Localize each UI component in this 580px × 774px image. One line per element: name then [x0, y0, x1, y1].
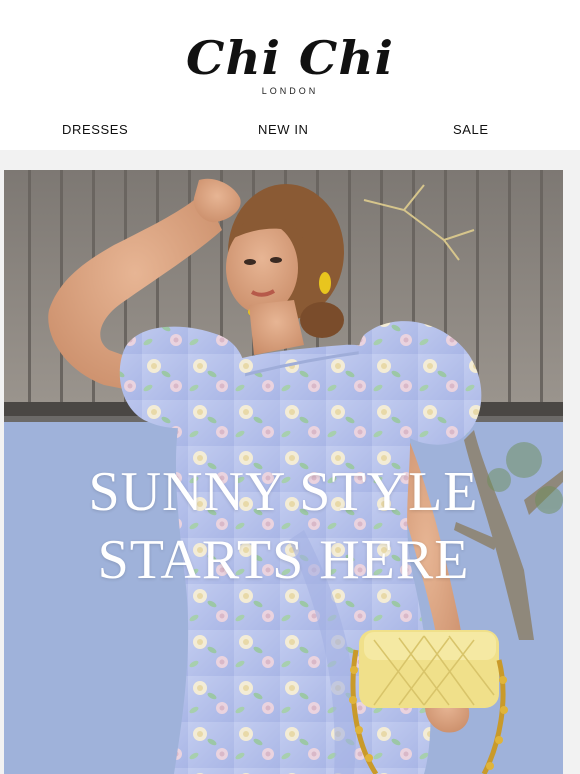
brand-name: Chi Chi: [186, 31, 394, 85]
header: Chi Chi LONDON DRESSES NEW IN SALE: [0, 0, 580, 150]
handbag-illustration: [359, 630, 499, 708]
hero-headline-line1: SUNNY STYLE: [88, 461, 479, 523]
brand-logo[interactable]: Chi Chi LONDON: [0, 32, 580, 96]
main-nav: DRESSES NEW IN SALE: [0, 122, 580, 142]
hero-headline-line2: STARTS HERE: [97, 529, 470, 591]
hero-headline: SUNNY STYLE STARTS HERE: [4, 458, 563, 594]
hero-frame: SUNNY STYLE STARTS HERE: [0, 150, 580, 774]
nav-sale-link[interactable]: SALE: [453, 122, 489, 137]
nav-dresses-link[interactable]: DRESSES: [62, 122, 128, 137]
email-page: Chi Chi LONDON DRESSES NEW IN SALE SUNNY…: [0, 0, 580, 774]
nav-new-in-link[interactable]: NEW IN: [258, 122, 309, 137]
hero-banner[interactable]: SUNNY STYLE STARTS HERE: [4, 170, 563, 774]
brand-tagline: LONDON: [261, 86, 319, 96]
